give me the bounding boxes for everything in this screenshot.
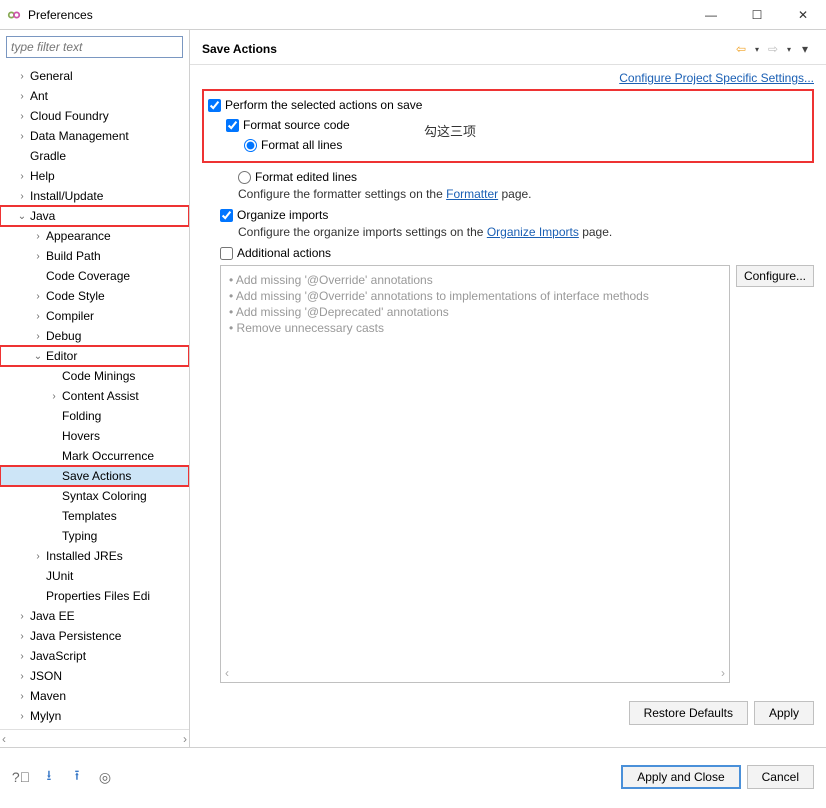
listbox-hscroll[interactable]: ‹› xyxy=(225,666,725,680)
filter-input[interactable] xyxy=(6,36,183,58)
tree-item-saveactions[interactable]: Save Actions xyxy=(0,466,189,486)
sidebar-hscroll[interactable]: ‹› xyxy=(0,729,189,747)
format-all-lines-label: Format all lines xyxy=(261,138,342,152)
import-icon[interactable]: ⭳ xyxy=(40,768,58,786)
annotation-text: 勾这三项 xyxy=(424,121,476,140)
formatter-link[interactable]: Formatter xyxy=(446,187,498,201)
help-icon[interactable]: ?⃝ xyxy=(12,768,30,786)
forward-icon[interactable]: ⇨ xyxy=(764,40,782,58)
additional-actions-checkbox[interactable]: Additional actions xyxy=(202,243,814,263)
list-item: • Add missing '@Deprecated' annotations xyxy=(229,304,721,320)
maximize-button[interactable]: ☐ xyxy=(734,0,780,30)
organize-imports-link[interactable]: Organize Imports xyxy=(487,225,579,239)
tree-item-gradle[interactable]: Gradle xyxy=(0,146,189,166)
configure-button[interactable]: Configure... xyxy=(736,265,814,287)
format-source-label: Format source code xyxy=(243,118,350,132)
tree-item-ant[interactable]: ›Ant xyxy=(0,86,189,106)
view-menu-icon[interactable]: ▾ xyxy=(796,40,814,58)
tree-item-templates[interactable]: Templates xyxy=(0,506,189,526)
tree-item-appearance[interactable]: ›Appearance xyxy=(0,226,189,246)
close-button[interactable]: ✕ xyxy=(780,0,826,30)
additional-actions-label: Additional actions xyxy=(237,246,331,260)
tree-item-json[interactable]: ›JSON xyxy=(0,666,189,686)
tree-item-codestyle[interactable]: ›Code Style xyxy=(0,286,189,306)
tree-item-typing[interactable]: Typing xyxy=(0,526,189,546)
refresh-icon[interactable]: ◎ xyxy=(96,768,114,786)
tree-item-junit[interactable]: JUnit xyxy=(0,566,189,586)
tree-item-propfiles[interactable]: Properties Files Edi xyxy=(0,586,189,606)
tree-item-syntaxcolor[interactable]: Syntax Coloring xyxy=(0,486,189,506)
footer: ?⃝ ⭳ ⭱ ◎ Apply and Close Cancel xyxy=(0,748,826,806)
tree-item-codecov[interactable]: Code Coverage xyxy=(0,266,189,286)
preferences-tree: ›General ›Ant ›Cloud Foundry ›Data Manag… xyxy=(0,64,189,729)
tree-item-hovers[interactable]: Hovers xyxy=(0,426,189,446)
highlight-box: Perform the selected actions on save For… xyxy=(202,89,814,163)
tree-item-codeminings[interactable]: Code Minings xyxy=(0,366,189,386)
organize-imports-label: Organize imports xyxy=(237,208,328,222)
format-edited-lines-label: Format edited lines xyxy=(255,170,357,184)
tree-item-mylyn[interactable]: ›Mylyn xyxy=(0,706,189,726)
tree-item-help[interactable]: ›Help xyxy=(0,166,189,186)
tree-item-markocc[interactable]: Mark Occurrence xyxy=(0,446,189,466)
project-specific-link[interactable]: Configure Project Specific Settings... xyxy=(619,71,814,85)
format-edited-lines-radio[interactable]: Format edited lines xyxy=(202,167,814,187)
organize-config-line: Configure the organize imports settings … xyxy=(202,225,814,239)
tree-item-javaee[interactable]: ›Java EE xyxy=(0,606,189,626)
format-source-checkbox[interactable]: Format source code xyxy=(208,115,808,135)
tree-item-folding[interactable]: Folding xyxy=(0,406,189,426)
tree-item-javapersist[interactable]: ›Java Persistence xyxy=(0,626,189,646)
perform-on-save-label: Perform the selected actions on save xyxy=(225,98,422,112)
content-panel: Save Actions ⇦ ▾ ⇨ ▾ ▾ Configure Project… xyxy=(190,30,826,747)
tree-item-java[interactable]: ⌄Java xyxy=(0,206,189,226)
organize-imports-checkbox[interactable]: Organize imports xyxy=(202,205,814,225)
tree-item-contentassist[interactable]: ›Content Assist xyxy=(0,386,189,406)
list-item: • Add missing '@Override' annotations xyxy=(229,272,721,288)
perform-on-save-checkbox[interactable]: Perform the selected actions on save xyxy=(208,95,808,115)
restore-defaults-button[interactable]: Restore Defaults xyxy=(629,701,748,725)
minimize-button[interactable]: — xyxy=(688,0,734,30)
sidebar: ›General ›Ant ›Cloud Foundry ›Data Manag… xyxy=(0,30,190,747)
tree-item-installedjres[interactable]: ›Installed JREs xyxy=(0,546,189,566)
export-icon[interactable]: ⭱ xyxy=(68,768,86,786)
formatter-config-line: Configure the formatter settings on the … xyxy=(202,187,814,201)
cancel-button[interactable]: Cancel xyxy=(747,765,814,789)
tree-item-javascript[interactable]: ›JavaScript xyxy=(0,646,189,666)
tree-item-general[interactable]: ›General xyxy=(0,66,189,86)
tree-item-editor[interactable]: ⌄Editor xyxy=(0,346,189,366)
tree-item-debug[interactable]: ›Debug xyxy=(0,326,189,346)
tree-item-cloud[interactable]: ›Cloud Foundry xyxy=(0,106,189,126)
tree-item-datamgmt[interactable]: ›Data Management xyxy=(0,126,189,146)
tree-item-compiler[interactable]: ›Compiler xyxy=(0,306,189,326)
forward-menu-icon[interactable]: ▾ xyxy=(784,40,794,58)
additional-actions-list: • Add missing '@Override' annotations • … xyxy=(220,265,730,683)
tree-item-install[interactable]: ›Install/Update xyxy=(0,186,189,206)
list-item: • Add missing '@Override' annotations to… xyxy=(229,288,721,304)
page-heading: Save Actions xyxy=(202,42,277,56)
format-all-lines-radio[interactable]: Format all lines xyxy=(208,135,808,155)
tree-item-buildpath[interactable]: ›Build Path xyxy=(0,246,189,266)
back-menu-icon[interactable]: ▾ xyxy=(752,40,762,58)
list-item: • Remove unnecessary casts xyxy=(229,320,721,336)
titlebar: Preferences — ☐ ✕ xyxy=(0,0,826,30)
apply-and-close-button[interactable]: Apply and Close xyxy=(621,765,740,789)
apply-button[interactable]: Apply xyxy=(754,701,814,725)
app-icon xyxy=(6,7,22,23)
back-icon[interactable]: ⇦ xyxy=(732,40,750,58)
window-title: Preferences xyxy=(28,8,93,22)
tree-item-maven[interactable]: ›Maven xyxy=(0,686,189,706)
